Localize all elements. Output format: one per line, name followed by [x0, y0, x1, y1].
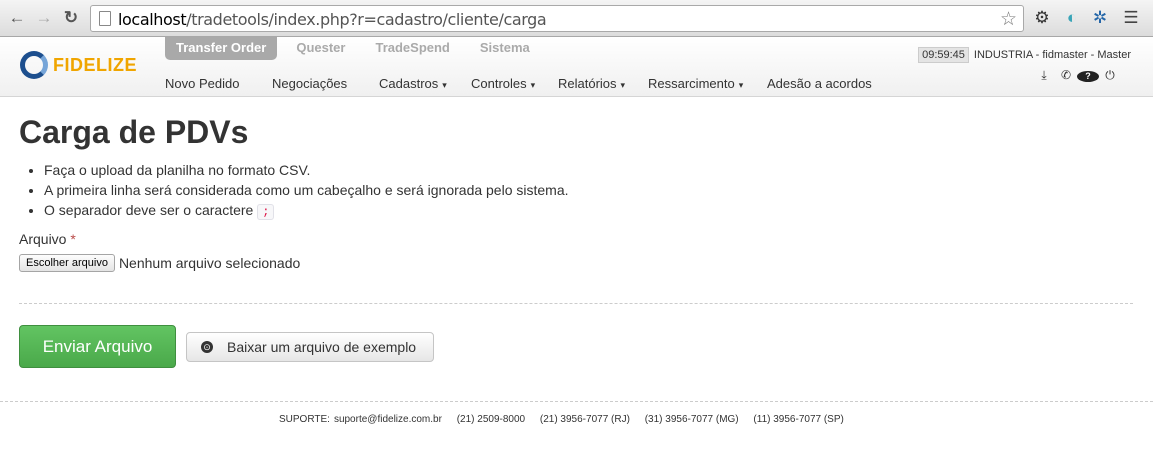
- nav-novo-pedido[interactable]: Novo Pedido: [165, 76, 272, 91]
- separator-code: ;: [257, 204, 275, 220]
- session-clock: 09:59:45: [918, 47, 969, 63]
- nav-label: Cadastros: [379, 76, 439, 91]
- instruction-item: O separador deve ser o caractere ;: [44, 200, 569, 222]
- nav-cadastros[interactable]: Cadastros ▾: [379, 76, 471, 91]
- tab-quester[interactable]: Quester: [285, 37, 356, 60]
- support-phone: (31) 3956-7077 (MG): [644, 414, 739, 425]
- page-title: Carga de PDVs: [19, 114, 249, 150]
- support-phone: (11) 3956-7077 (SP): [753, 414, 844, 425]
- browser-toolbar: ← → ↻ localhost/tradetools/index.php?r=c…: [0, 0, 1153, 37]
- nav-label: Ressarcimento: [648, 76, 735, 91]
- page-icon: [99, 11, 111, 26]
- reload-icon[interactable]: ↻: [61, 8, 81, 28]
- instruction-item: Faça o upload da planilha no formato CSV…: [44, 160, 569, 180]
- file-status: Nenhum arquivo selecionado: [118, 255, 301, 271]
- session-user: INDUSTRIA - fidmaster - Master: [973, 49, 1131, 61]
- module-tabs: Transfer Order Quester TradeSpend Sistem…: [165, 37, 549, 60]
- nav-label: Controles: [471, 76, 527, 91]
- logo-ring-icon: [20, 51, 48, 79]
- forward-arrow-icon[interactable]: →: [34, 8, 54, 28]
- button-label: Baixar um arquivo de exemplo: [227, 339, 417, 355]
- label-text: Arquivo: [19, 231, 67, 247]
- instruction-text: O separador deve ser o caractere: [44, 202, 254, 218]
- nav-negociacoes[interactable]: Negociações: [272, 76, 379, 91]
- caret-down-icon: ▾: [530, 80, 536, 90]
- address-bar[interactable]: localhost/tradetools/index.php?r=cadastr…: [90, 5, 1024, 32]
- download-icon[interactable]: ⤓: [1033, 68, 1055, 83]
- submit-file-button[interactable]: Enviar Arquivo: [19, 325, 176, 368]
- help-icon[interactable]: ?: [1077, 68, 1099, 83]
- support-phone: (21) 2509-8000: [456, 414, 526, 425]
- nav-label: Relatórios: [558, 76, 617, 91]
- support-email[interactable]: suporte@fidelize.com.br: [334, 414, 442, 425]
- tab-transfer-order[interactable]: Transfer Order: [165, 37, 278, 60]
- required-mark: *: [70, 231, 76, 247]
- nav-adesao-acordos[interactable]: Adesão a acordos: [767, 76, 872, 91]
- caret-down-icon: ▾: [620, 80, 626, 90]
- bookmark-star-icon[interactable]: ☆: [1000, 8, 1017, 31]
- nav-relatorios[interactable]: Relatórios ▾: [558, 76, 648, 91]
- fidelize-logo[interactable]: FIDELIZE: [20, 51, 137, 79]
- session-info: 09:59:45 INDUSTRIA - fidmaster - Master: [918, 47, 1131, 63]
- app-header: FIDELIZE Transfer Order Quester TradeSpe…: [0, 37, 1153, 97]
- main-nav: Novo Pedido Negociações Cadastros ▾ Contr…: [165, 76, 872, 91]
- file-input[interactable]: Escolher arquivo Nenhum arquivo selecion…: [19, 254, 300, 272]
- utility-icons: ⤓ ✆ ? ⏻: [1033, 68, 1121, 83]
- back-arrow-icon[interactable]: ←: [7, 8, 27, 28]
- divider: [19, 303, 1133, 304]
- phone-icon[interactable]: ✆: [1055, 68, 1077, 83]
- caret-down-icon: ▾: [442, 80, 447, 90]
- download-circle-icon: ⊙: [201, 341, 213, 353]
- choose-file-button[interactable]: Escolher arquivo: [19, 254, 115, 272]
- nav-controles[interactable]: Controles ▾: [471, 76, 558, 91]
- caret-down-icon: ▾: [738, 80, 744, 90]
- menu-icon[interactable]: ☰: [1121, 8, 1141, 28]
- extension-icon-2[interactable]: ✲: [1090, 8, 1110, 28]
- nav-label: Negociações: [272, 76, 348, 91]
- footer-support: SUPORTE: suporte@fidelize.com.br (21) 250…: [279, 414, 856, 425]
- support-phone: (21) 3956-7077 (RJ): [539, 414, 630, 425]
- instruction-item: A primeira linha será considerada como u…: [44, 180, 569, 200]
- footer-divider: [0, 401, 1153, 402]
- nav-ressarcimento[interactable]: Ressarcimento ▾: [648, 76, 767, 91]
- nav-label: Novo Pedido: [165, 76, 240, 91]
- nav-label: Adesão a acordos: [767, 76, 872, 91]
- upload-instructions: Faça o upload da planilha no formato CSV…: [44, 160, 569, 222]
- file-field-label: Arquivo *: [19, 231, 76, 247]
- settings-gear-icon[interactable]: ⚙: [1032, 8, 1052, 28]
- download-example-button[interactable]: ⊙ Baixar um arquivo de exemplo: [186, 332, 434, 362]
- tab-tradespend[interactable]: TradeSpend: [364, 37, 460, 60]
- tab-sistema[interactable]: Sistema: [469, 37, 541, 60]
- logo-text: FIDELIZE: [53, 54, 137, 75]
- support-label: SUPORTE:: [279, 414, 330, 425]
- power-icon[interactable]: ⏻: [1099, 68, 1121, 83]
- url-text[interactable]: localhost/tradetools/index.php?r=cadastr…: [118, 10, 547, 29]
- extension-icon[interactable]: ◐: [1062, 8, 1082, 28]
